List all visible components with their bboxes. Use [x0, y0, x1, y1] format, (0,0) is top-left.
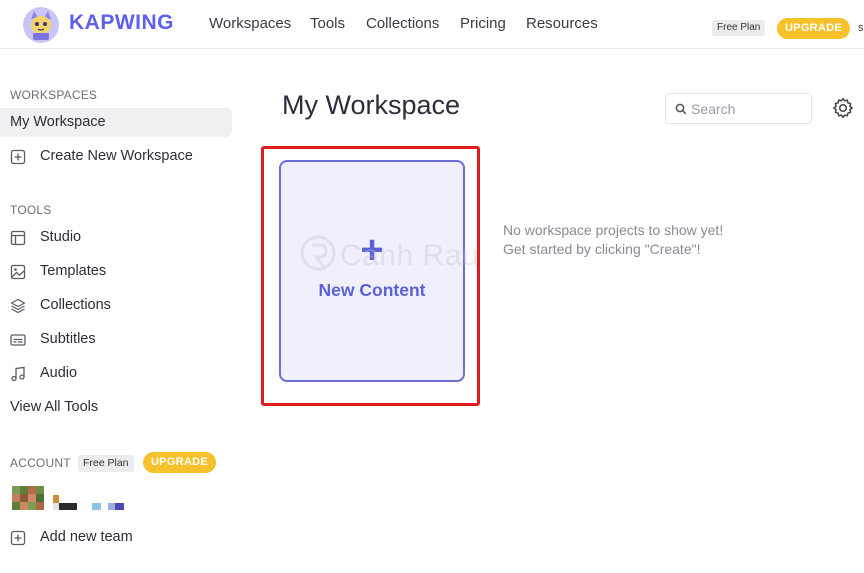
nav-collections-link[interactable]: Collections — [366, 15, 439, 32]
sidebar-item-subtitles[interactable]: Subtitles — [0, 325, 232, 354]
sidebar-item-label: Create New Workspace — [40, 148, 193, 164]
empty-state-message: No workspace projects to show yet! — [503, 222, 724, 238]
sidebar-item-label: Audio — [40, 365, 78, 381]
team-avatar[interactable] — [10, 486, 130, 516]
empty-state-hint: Get started by clicking "Create"! — [503, 241, 701, 257]
sidebar-item-label: View All Tools — [10, 399, 99, 415]
plus-square-icon — [10, 530, 26, 546]
plus-icon: + — [360, 228, 384, 272]
tools-heading: TOOLS — [10, 203, 52, 217]
account-heading: ACCOUNT — [10, 456, 71, 470]
sidebar-item-label: Templates — [40, 263, 107, 279]
nav-tools-link[interactable]: Tools — [310, 15, 345, 32]
gear-icon[interactable] — [831, 96, 855, 120]
image-icon — [10, 264, 26, 280]
sidebar-item-audio[interactable]: Audio — [0, 359, 232, 388]
add-team-button[interactable]: Add new team — [0, 523, 232, 552]
plus-square-icon — [10, 149, 26, 165]
account-plan-badge: Free Plan — [78, 455, 134, 472]
sidebar-item-label: My Workspace — [10, 114, 106, 130]
sidebar-item-label: Subtitles — [40, 331, 96, 347]
sidebar-item-label: Collections — [40, 297, 111, 313]
sidebar-item-collections[interactable]: Collections — [0, 291, 232, 320]
layout-icon — [10, 230, 26, 246]
top-navbar: KAPWING Workspaces Tools Collections Pri… — [0, 0, 864, 49]
create-workspace-button[interactable]: Create New Workspace — [0, 142, 232, 171]
sidebar-item-studio[interactable]: Studio — [0, 223, 232, 252]
nav-workspaces-link[interactable]: Workspaces — [209, 15, 291, 32]
kapwing-logo-icon[interactable] — [22, 6, 60, 44]
search-field[interactable] — [665, 93, 812, 124]
brand-name[interactable]: KAPWING — [69, 11, 174, 35]
subtitles-icon — [10, 334, 26, 346]
sidebar-item-label: Add new team — [40, 529, 133, 545]
page-title: My Workspace — [282, 90, 461, 120]
account-upgrade-button[interactable]: UPGRADE — [143, 452, 216, 473]
workspaces-heading: WORKSPACES — [10, 88, 98, 102]
user-avatar[interactable]: s — [858, 22, 864, 34]
nav-pricing-link[interactable]: Pricing — [460, 15, 506, 32]
new-content-label: New Content — [318, 280, 426, 300]
search-input[interactable] — [691, 98, 806, 120]
search-icon — [675, 103, 687, 115]
sidebar-item-label: Studio — [40, 229, 82, 245]
layers-icon — [10, 298, 26, 314]
upgrade-button[interactable]: UPGRADE — [777, 18, 850, 39]
new-content-button[interactable]: + New Content — [279, 160, 465, 382]
nav-resources-link[interactable]: Resources — [526, 15, 598, 32]
sidebar-item-templates[interactable]: Templates — [0, 257, 232, 286]
music-icon — [11, 366, 25, 382]
plan-badge: Free Plan — [712, 20, 766, 36]
sidebar-item-view-all-tools[interactable]: View All Tools — [0, 393, 232, 422]
sidebar-item-my-workspace[interactable]: My Workspace — [0, 108, 232, 137]
